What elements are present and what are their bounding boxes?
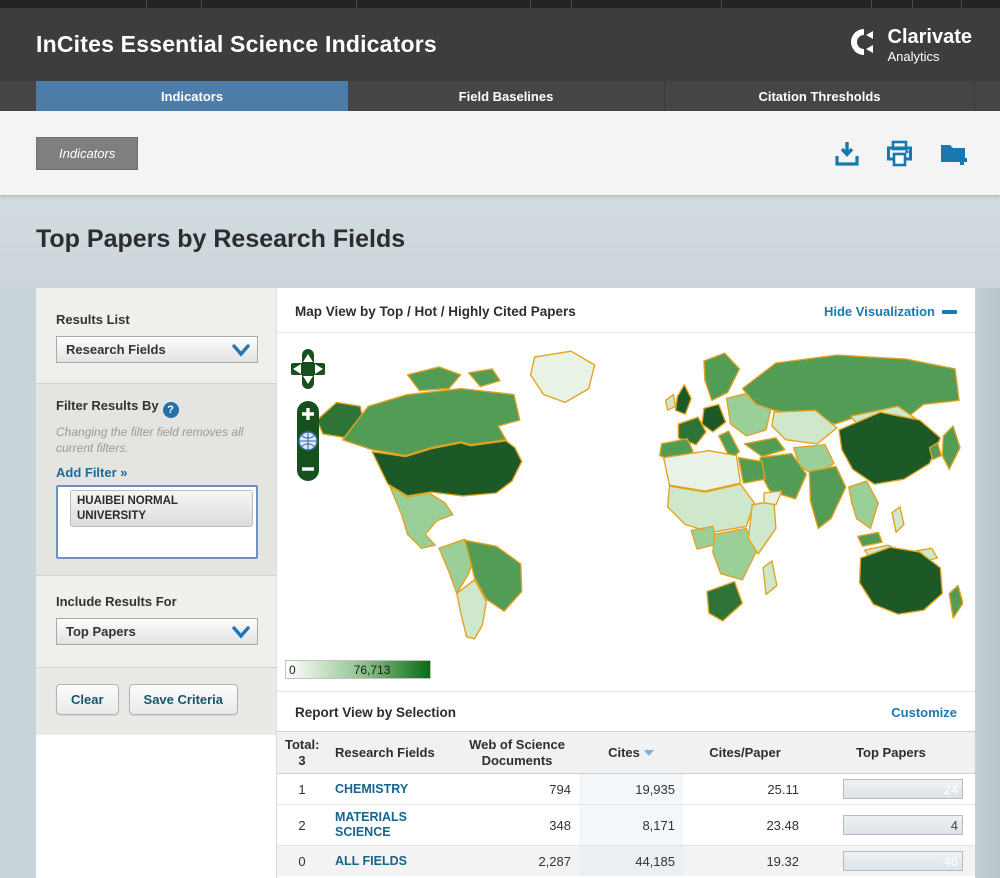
legend-min: 0: [289, 662, 296, 677]
row-cpp: 19.32: [683, 845, 807, 877]
include-results-label: Include Results For: [56, 594, 177, 610]
visualization-panel: Map View by Top / Hot / Highly Cited Pap…: [276, 288, 975, 878]
top-papers-bar: 4: [843, 815, 963, 836]
folder-add-icon[interactable]: [939, 140, 970, 167]
column-top-papers: Top Papers: [807, 730, 975, 775]
row-cites: 44,185: [579, 845, 683, 877]
row-cites: 8,171: [579, 804, 683, 846]
help-icon[interactable]: ?: [162, 402, 179, 418]
sort-desc-icon: [643, 749, 654, 756]
results-list-select[interactable]: Research Fields: [56, 336, 258, 363]
page: InCites Essential Science Indicators Cla…: [0, 0, 1000, 878]
chevron-down-icon: [232, 343, 250, 362]
hide-visualization-link[interactable]: Hide Visualization: [824, 304, 957, 319]
field-link-chemistry[interactable]: CHEMISTRY: [335, 782, 408, 797]
page-title: Top Papers by Research Fields: [36, 225, 406, 253]
field-link-materials-science[interactable]: MATERIALS SCIENCE: [335, 810, 430, 840]
report-title: Report View by Selection: [295, 705, 457, 720]
table-row: 2 MATERIALS SCIENCE 348 8,171 23.48 4: [277, 804, 975, 846]
main-tabbar: Indicators Field Baselines Citation Thre…: [0, 81, 1000, 111]
add-filter-link[interactable]: Add Filter »: [56, 465, 128, 480]
row-rank: 1: [298, 781, 306, 797]
breadcrumb-bar: Indicators: [0, 111, 1000, 195]
column-research-fields: Research Fields: [327, 730, 455, 775]
table-row: 1 CHEMISTRY 794 19,935 25.11 24: [277, 773, 975, 805]
filter-results-label: Filter Results By?: [56, 398, 258, 418]
clarivate-logo-icon: [849, 27, 879, 62]
field-link-all-fields[interactable]: ALL FIELDS: [335, 854, 407, 869]
filter-note: Changing the filter field removes all cu…: [56, 425, 244, 456]
row-wos: 348: [455, 804, 579, 846]
brand-sub: Analytics: [887, 48, 940, 64]
column-cites-sort[interactable]: Cites: [579, 730, 683, 775]
tab-citation-thresholds[interactable]: Citation Thresholds: [665, 81, 975, 111]
tab-field-baselines[interactable]: Field Baselines: [348, 81, 665, 111]
report-section: Report View by Selection Customize Total…: [277, 691, 975, 877]
title-band: Top Papers by Research Fields: [0, 195, 1000, 288]
results-list-label: Results List: [56, 312, 130, 327]
brand-name: Clarivate: [887, 25, 973, 48]
download-icon[interactable]: [834, 140, 860, 167]
row-wos: 794: [549, 781, 571, 797]
include-results-select[interactable]: Top Papers: [56, 618, 258, 646]
row-cites: 19,935: [579, 773, 683, 805]
legend-max: 76,713: [353, 662, 391, 677]
map-pan-control[interactable]: [288, 349, 328, 389]
filter-listbox[interactable]: HUAIBEI NORMAL UNIVERSITY: [56, 485, 258, 560]
breadcrumb-indicators-button[interactable]: Indicators: [36, 136, 139, 170]
app-title: InCites Essential Science Indicators: [36, 31, 437, 57]
map-zoom-control[interactable]: [297, 401, 319, 481]
row-wos: 2,287: [455, 845, 579, 877]
filter-sidebar: Results List Research Fields Filter Resu…: [36, 288, 276, 878]
row-cpp: 23.48: [683, 804, 807, 846]
column-cites-per-paper: Cites/Paper: [683, 730, 807, 775]
table-row: 0 ALL FIELDS 2,287 44,185 19.32 46: [277, 845, 975, 877]
customize-link[interactable]: Customize: [891, 705, 957, 720]
clear-button[interactable]: Clear: [56, 684, 119, 716]
selected-filter-item[interactable]: HUAIBEI NORMAL UNIVERSITY: [70, 490, 253, 528]
map-controls: [288, 349, 328, 504]
content-card: Results List Research Fields Filter Resu…: [36, 288, 975, 878]
row-rank: 0: [277, 845, 327, 877]
print-icon[interactable]: [886, 140, 913, 167]
app-header: InCites Essential Science Indicators Cla…: [0, 8, 1000, 81]
row-cpp: 25.11: [767, 781, 799, 797]
total-header: Total: 3: [277, 730, 327, 775]
column-wos-documents: Web of Science Documents: [455, 730, 579, 775]
chevron-down-icon: [232, 625, 250, 644]
report-table: Total: 3 Research Fields Web of Science D…: [277, 730, 975, 877]
include-results-value: Top Papers: [66, 624, 136, 640]
minus-icon: [942, 309, 957, 314]
map-view-title: Map View by Top / Hot / Highly Cited Pap…: [295, 304, 576, 319]
browser-strip: [0, 0, 1000, 8]
tab-indicators[interactable]: Indicators: [36, 81, 348, 111]
save-criteria-button[interactable]: Save Criteria: [128, 684, 239, 716]
top-papers-bar: 24: [843, 779, 963, 800]
world-map-area: 0 76,713: [277, 333, 975, 691]
top-papers-bar: 46: [843, 851, 963, 872]
clarivate-logo: Clarivate Analytics: [849, 25, 973, 64]
map-legend: 0 76,713: [285, 660, 431, 679]
choropleth-world-map[interactable]: [313, 339, 963, 647]
row-rank: 2: [277, 804, 327, 846]
results-list-value: Research Fields: [66, 342, 166, 357]
